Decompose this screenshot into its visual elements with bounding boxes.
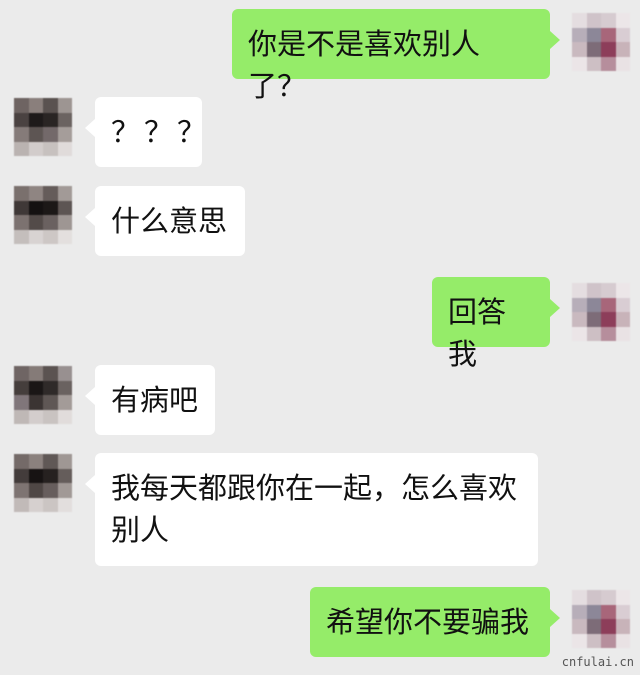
contact-avatar[interactable] [14, 98, 72, 156]
self-avatar[interactable] [572, 283, 630, 341]
message-bubble[interactable]: 你是不是喜欢别人了？ [232, 9, 560, 103]
message-bubble[interactable]: 什么意思 [85, 186, 245, 256]
contact-avatar[interactable] [14, 366, 72, 424]
contact-avatar[interactable] [14, 186, 72, 244]
message-bubble[interactable]: ？？？ [85, 97, 206, 167]
watermark: cnfulai.cn [561, 655, 634, 669]
contact-avatar[interactable] [14, 454, 72, 512]
message-bubble[interactable]: 有病吧 [85, 365, 215, 435]
message-bubble[interactable]: 回答我 [432, 277, 560, 371]
self-avatar[interactable] [572, 13, 630, 71]
self-avatar[interactable] [572, 590, 630, 648]
message-bubble[interactable]: 我每天都跟你在一起，怎么喜欢别人 [85, 453, 538, 566]
message-bubble[interactable]: 希望你不要骗我 [310, 587, 560, 657]
